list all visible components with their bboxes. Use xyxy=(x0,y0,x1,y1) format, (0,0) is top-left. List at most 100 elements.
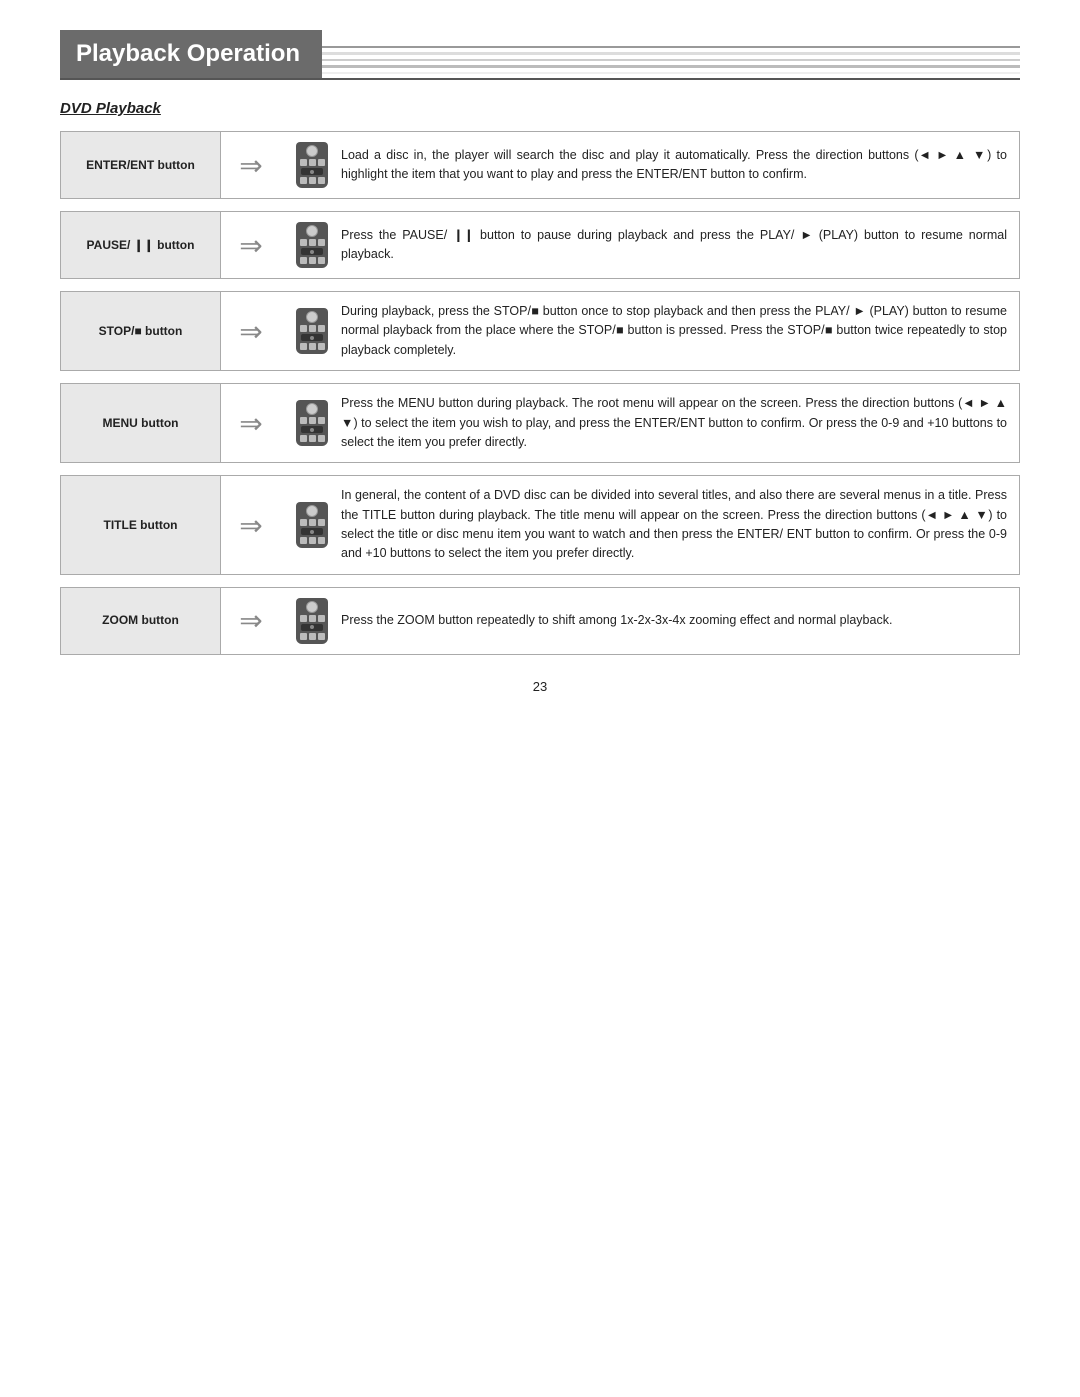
remote-btn-row-2 xyxy=(300,177,325,184)
op-row-zoom: ZOOM button ⇒ Press the ZOOM button repea… xyxy=(60,587,1020,655)
remote-body xyxy=(296,598,328,644)
remote-body xyxy=(296,308,328,354)
remote-btn-row-1 xyxy=(300,239,325,246)
op-arrow-pause: ⇒ xyxy=(221,212,281,278)
op-content-pause: Press the PAUSE/ ❙❙ button to pause duri… xyxy=(281,212,1019,278)
remote-sm-btn-2 xyxy=(309,239,316,246)
remote-sm-btn-6 xyxy=(318,537,325,544)
remote-top-btn xyxy=(306,311,318,323)
remote-sm-btn-3 xyxy=(318,239,325,246)
remote-sm-btn-1 xyxy=(300,417,307,424)
remote-illustration-enter-ent xyxy=(293,142,331,188)
remote-sm-btn-3 xyxy=(318,325,325,332)
op-label-text-stop: STOP/■ button xyxy=(99,323,183,340)
remote-body xyxy=(296,502,328,548)
remote-sm-btn-5 xyxy=(309,257,316,264)
arrow-icon-stop: ⇒ xyxy=(239,315,262,348)
op-label-text-pause: PAUSE/ ❙❙ button xyxy=(87,237,195,254)
remote-mid-btn xyxy=(301,426,323,433)
page-number: 23 xyxy=(60,679,1020,694)
op-arrow-stop: ⇒ xyxy=(221,292,281,370)
op-label-text-enter-ent: ENTER/ENT button xyxy=(86,157,195,174)
remote-sm-btn-1 xyxy=(300,519,307,526)
remote-btn-row-2 xyxy=(300,435,325,442)
remote-sm-btn-1 xyxy=(300,159,307,166)
remote-sm-btn-6 xyxy=(318,633,325,640)
remote-top-btn xyxy=(306,403,318,415)
remote-sm-btn-6 xyxy=(318,257,325,264)
op-arrow-enter-ent: ⇒ xyxy=(221,132,281,198)
arrow-icon-zoom: ⇒ xyxy=(239,604,262,637)
op-row-pause: PAUSE/ ❙❙ button ⇒ Press the PAUSE/ ❙❙ bu… xyxy=(60,211,1020,279)
title-banner: Playback Operation xyxy=(60,30,1020,80)
page-header: Playback Operation xyxy=(60,30,1020,80)
remote-btn-row-2 xyxy=(300,257,325,264)
remote-sm-btn-5 xyxy=(309,537,316,544)
remote-sm-btn-2 xyxy=(309,159,316,166)
remote-mid-btn xyxy=(301,624,323,631)
remote-sm-btn-4 xyxy=(300,537,307,544)
op-content-menu: Press the MENU button during playback. T… xyxy=(281,384,1019,462)
remote-btn-row-1 xyxy=(300,325,325,332)
remote-body xyxy=(296,400,328,446)
remote-illustration-stop xyxy=(293,308,331,354)
op-content-enter-ent: Load a disc in, the player will search t… xyxy=(281,132,1019,198)
remote-sm-btn-2 xyxy=(309,615,316,622)
remote-sm-btn-5 xyxy=(309,343,316,350)
remote-sm-btn-3 xyxy=(318,519,325,526)
op-label-enter-ent: ENTER/ENT button xyxy=(61,132,221,198)
remote-mid-dot xyxy=(310,170,314,174)
remote-body xyxy=(296,142,328,188)
op-label-text-menu: MENU button xyxy=(103,415,179,432)
op-text-title: In general, the content of a DVD disc ca… xyxy=(341,486,1007,564)
remote-sm-btn-1 xyxy=(300,325,307,332)
deco-line-5 xyxy=(322,72,1020,75)
arrow-icon-menu: ⇒ xyxy=(239,407,262,440)
remote-btn-row-2 xyxy=(300,537,325,544)
remote-illustration-title xyxy=(293,502,331,548)
op-arrow-title: ⇒ xyxy=(221,476,281,574)
section-subtitle: DVD Playback xyxy=(60,100,1020,117)
op-text-enter-ent: Load a disc in, the player will search t… xyxy=(341,146,1007,185)
remote-sm-btn-5 xyxy=(309,633,316,640)
remote-illustration-zoom xyxy=(293,598,331,644)
remote-sm-btn-2 xyxy=(309,417,316,424)
op-label-stop: STOP/■ button xyxy=(61,292,221,370)
remote-sm-btn-4 xyxy=(300,343,307,350)
title-decoration-lines xyxy=(322,32,1020,78)
op-label-text-title: TITLE button xyxy=(104,517,178,534)
remote-mid-btn xyxy=(301,528,323,535)
remote-body xyxy=(296,222,328,268)
remote-mid-dot xyxy=(310,530,314,534)
title-background: Playback Operation xyxy=(60,30,322,78)
op-text-zoom: Press the ZOOM button repeatedly to shif… xyxy=(341,611,1007,630)
remote-sm-btn-4 xyxy=(300,177,307,184)
op-label-zoom: ZOOM button xyxy=(61,588,221,654)
remote-btn-row-1 xyxy=(300,159,325,166)
remote-illustration-pause xyxy=(293,222,331,268)
remote-top-btn xyxy=(306,505,318,517)
arrow-icon-enter-ent: ⇒ xyxy=(239,149,262,182)
op-row-menu: MENU button ⇒ Press the MENU button durin… xyxy=(60,383,1020,463)
remote-illustration-menu xyxy=(293,400,331,446)
remote-top-btn xyxy=(306,225,318,237)
remote-btn-row-1 xyxy=(300,615,325,622)
remote-mid-dot xyxy=(310,625,314,629)
remote-btn-row-1 xyxy=(300,519,325,526)
op-content-stop: During playback, press the STOP/■ button… xyxy=(281,292,1019,370)
deco-line-3 xyxy=(322,59,1020,62)
op-row-stop: STOP/■ button ⇒ During playback, press th… xyxy=(60,291,1020,371)
remote-sm-btn-3 xyxy=(318,615,325,622)
remote-sm-btn-1 xyxy=(300,239,307,246)
arrow-icon-pause: ⇒ xyxy=(239,229,262,262)
remote-mid-btn xyxy=(301,248,323,255)
op-row-title: TITLE button ⇒ In general, the content of… xyxy=(60,475,1020,575)
remote-top-btn xyxy=(306,601,318,613)
remote-mid-dot xyxy=(310,336,314,340)
remote-sm-btn-2 xyxy=(309,519,316,526)
op-arrow-menu: ⇒ xyxy=(221,384,281,462)
remote-sm-btn-2 xyxy=(309,325,316,332)
operations-list: ENTER/ENT button ⇒ Load a disc in, the pl… xyxy=(60,131,1020,655)
remote-sm-btn-3 xyxy=(318,159,325,166)
remote-mid-btn xyxy=(301,334,323,341)
